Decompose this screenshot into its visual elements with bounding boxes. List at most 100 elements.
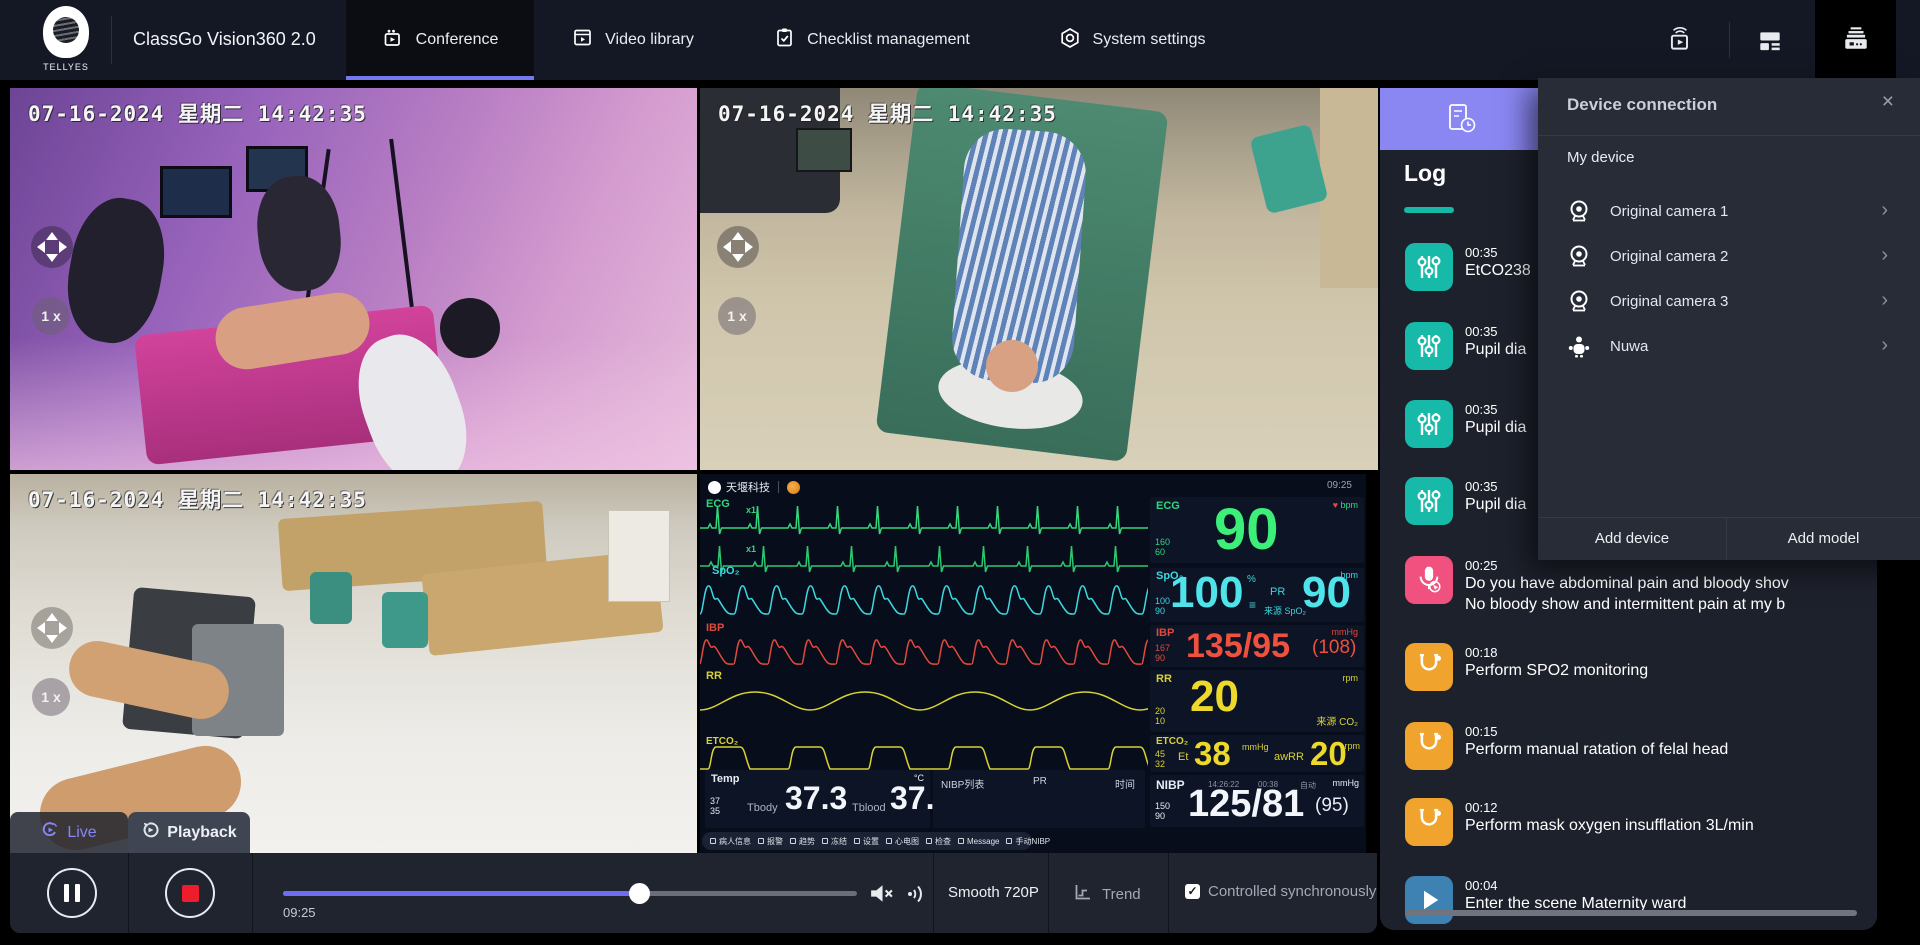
sync-checkbox[interactable]: ✓ bbox=[1185, 884, 1200, 899]
parameter-sliders-icon bbox=[1405, 400, 1453, 448]
quality-selector[interactable]: Smooth 720P bbox=[948, 884, 1039, 901]
ibp-waveform bbox=[700, 630, 1148, 672]
monitor-logo-icon bbox=[708, 481, 721, 494]
device-item-nuwa[interactable]: Nuwa › bbox=[1538, 325, 1920, 370]
camera2-timestamp: 07-16-2024 星期二 14:42:35 bbox=[718, 98, 1057, 128]
brand-logo bbox=[43, 6, 89, 58]
progress-slider[interactable] bbox=[283, 891, 857, 896]
camera3-pan-control[interactable] bbox=[30, 606, 74, 650]
my-device-section-label: My device bbox=[1567, 149, 1635, 166]
spo2-value-box: SpO₂ bpm 10090 100 % ≡ PR 来源 SpO₂ 90 bbox=[1150, 568, 1364, 622]
active-tab-underline bbox=[346, 76, 534, 80]
camera1-timestamp: 07-16-2024 星期二 14:42:35 bbox=[28, 98, 367, 128]
settings-gear-icon bbox=[1059, 27, 1081, 54]
tab-system-settings[interactable]: System settings bbox=[1022, 0, 1242, 80]
spo2-value: 100 bbox=[1170, 568, 1243, 618]
tab-video-library[interactable]: Video library bbox=[545, 0, 721, 80]
tab-checklist-management[interactable]: Checklist management bbox=[742, 0, 1002, 80]
close-icon[interactable]: × bbox=[1882, 90, 1894, 114]
stethoscope-icon bbox=[1405, 643, 1453, 691]
stream-icon bbox=[1666, 41, 1694, 58]
device-archive-icon bbox=[1841, 23, 1871, 58]
parameter-sliders-icon bbox=[1405, 322, 1453, 370]
stop-record-button[interactable] bbox=[165, 868, 215, 918]
rr-value-box: RR rpm 2010 20 来源 CO₂ bbox=[1150, 670, 1364, 732]
nibp-mean: (95) bbox=[1315, 795, 1349, 817]
awrr-value: 20 bbox=[1310, 735, 1347, 773]
sync-label: Controlled synchronously bbox=[1208, 883, 1376, 900]
play-icon bbox=[1405, 876, 1453, 924]
patient-monitor-screen: 天堰科技 09:25 ECG x1 x1 SpO₂ IBP bbox=[700, 474, 1366, 853]
mute-icon[interactable] bbox=[868, 880, 895, 912]
device-item-camera-1[interactable]: Original camera 1 › bbox=[1538, 190, 1920, 235]
microphone-icon bbox=[1405, 556, 1453, 604]
device-connection-panel: Device connection × My device Original c… bbox=[1538, 78, 1920, 560]
robot-icon bbox=[1568, 335, 1590, 364]
monitor-logo2-icon bbox=[787, 481, 800, 494]
parameter-sliders-icon bbox=[1405, 477, 1453, 525]
camera-feed-3: 07-16-2024 星期二 14:42:35 1 x bbox=[10, 474, 697, 853]
live-icon bbox=[41, 821, 59, 844]
camera2-zoom-button[interactable]: 1 x bbox=[718, 297, 756, 335]
monitor-taskbar[interactable]: 病人信息 报警 趋势 冻结 设置 心电图 检查 Message 手动NIBP bbox=[702, 832, 1032, 850]
camera-feed-2: 07-16-2024 星期二 14:42:35 1 x bbox=[700, 88, 1378, 470]
chevron-right-icon: › bbox=[1881, 288, 1888, 312]
app-root: TELLYES ClassGo Vision360 2.0 Conference… bbox=[0, 0, 1920, 945]
camera2-pan-control[interactable] bbox=[716, 225, 760, 269]
layout-button[interactable] bbox=[1756, 27, 1784, 60]
patient-monitor-feed: 天堰科技 09:25 ECG x1 x1 SpO₂ IBP bbox=[700, 474, 1378, 853]
log-horizontal-scrollbar[interactable] bbox=[1405, 910, 1857, 916]
volume-waves-icon[interactable] bbox=[905, 881, 927, 912]
playback-control-bar: 09:25 Smooth 720P Trend ✓ Controlled syn… bbox=[10, 853, 1377, 933]
sync-control[interactable]: ✓ Controlled synchronously bbox=[1185, 883, 1376, 900]
etco2-value-box: ETCO₂ 4532 Et 38 mmHg awRR 20 rpm bbox=[1150, 735, 1364, 772]
globe-icon bbox=[53, 17, 79, 43]
trend-button[interactable]: Trend bbox=[1073, 882, 1141, 907]
ecg-waveform-1 bbox=[700, 500, 1148, 540]
tab-checklist-label: Checklist management bbox=[807, 31, 970, 49]
progress-thumb[interactable] bbox=[629, 883, 650, 904]
progress-fill bbox=[283, 891, 639, 896]
heart-icon: ♥ bbox=[1333, 500, 1338, 510]
chevron-right-icon: › bbox=[1881, 198, 1888, 222]
layout-icon bbox=[1756, 42, 1784, 59]
camera1-zoom-button[interactable]: 1 x bbox=[32, 297, 70, 335]
tab-live[interactable]: Live bbox=[10, 812, 128, 853]
tab-playback[interactable]: Playback bbox=[128, 812, 250, 853]
tab-conference[interactable]: Conference bbox=[346, 0, 534, 80]
stream-button[interactable] bbox=[1666, 26, 1694, 59]
pause-icon bbox=[64, 884, 80, 902]
tab-video-library-label: Video library bbox=[605, 31, 694, 49]
pause-button[interactable] bbox=[47, 868, 97, 918]
menu-lines-icon: ≡ bbox=[1249, 598, 1256, 612]
chevron-right-icon: › bbox=[1881, 243, 1888, 267]
etco2-value: 38 bbox=[1194, 735, 1231, 773]
camera1-pan-control[interactable] bbox=[30, 225, 74, 269]
log-clock-icon bbox=[1448, 103, 1476, 140]
monitor-clock: 09:25 bbox=[1327, 480, 1352, 491]
add-device-button[interactable]: Add device bbox=[1538, 517, 1726, 560]
elapsed-time: 09:25 bbox=[283, 905, 316, 920]
monitor-brand: 天堰科技 bbox=[726, 479, 770, 495]
playback-icon bbox=[141, 821, 159, 844]
camera-feed-1: 07-16-2024 星期二 14:42:35 1 x bbox=[10, 88, 697, 470]
device-item-camera-2[interactable]: Original camera 2 › bbox=[1538, 235, 1920, 280]
brand-label: TELLYES bbox=[36, 62, 96, 72]
device-item-camera-3[interactable]: Original camera 3 › bbox=[1538, 280, 1920, 325]
rr-value: 20 bbox=[1190, 672, 1239, 722]
trend-icon bbox=[1073, 882, 1093, 907]
ecg-value: 90 bbox=[1214, 496, 1279, 563]
device-connection-button[interactable] bbox=[1815, 0, 1896, 80]
tab-settings-label: System settings bbox=[1093, 31, 1206, 49]
spo2-waveform bbox=[700, 574, 1148, 620]
nav-icons-divider bbox=[1729, 22, 1730, 58]
nibp-list-box: NIBP列表 PR 时间 bbox=[933, 770, 1145, 828]
camera3-zoom-button[interactable]: 1 x bbox=[32, 678, 70, 716]
add-model-button[interactable]: Add model bbox=[1727, 517, 1920, 560]
app-title: ClassGo Vision360 2.0 bbox=[133, 29, 316, 50]
ecg-value-box: ECG ♥ bpm 16060 90 bbox=[1150, 497, 1364, 563]
parameter-sliders-icon bbox=[1405, 243, 1453, 291]
nibp-value: 125/81 bbox=[1188, 783, 1304, 826]
checklist-icon bbox=[774, 27, 795, 53]
video-library-icon bbox=[572, 27, 593, 53]
